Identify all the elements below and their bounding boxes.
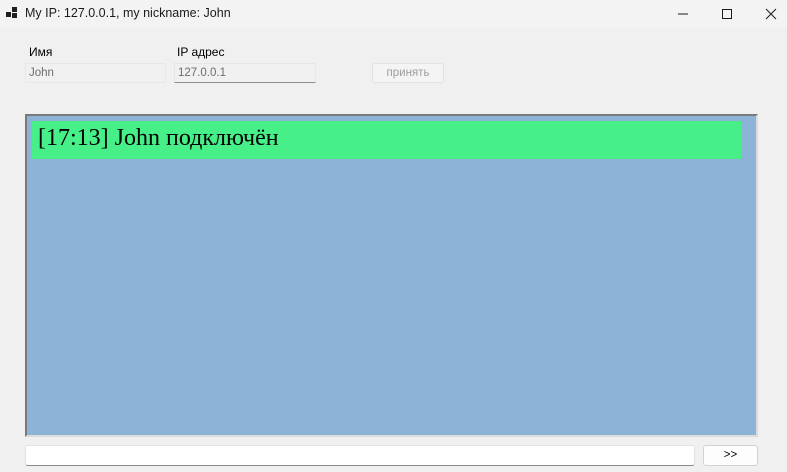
minimize-button[interactable] (660, 0, 706, 28)
app-icon (6, 7, 18, 19)
close-button[interactable] (748, 0, 787, 28)
chat-message: [17:13] John подключён (32, 121, 741, 159)
maximize-icon (722, 9, 732, 19)
name-field[interactable]: John (25, 63, 166, 83)
send-button[interactable]: >> (703, 445, 758, 466)
maximize-button[interactable] (704, 0, 750, 28)
accept-button[interactable]: принять (372, 63, 444, 83)
chat-area[interactable]: [17:13] John подключён (25, 114, 758, 437)
title-bar[interactable]: My IP: 127.0.0.1, my nickname: John (0, 0, 787, 28)
ip-field[interactable]: 127.0.0.1 (174, 63, 316, 83)
name-label: Имя (29, 45, 53, 59)
minimize-icon (678, 13, 688, 15)
message-input[interactable] (25, 445, 695, 466)
close-icon (765, 8, 777, 20)
ip-label: IP адрес (177, 45, 225, 59)
window-title: My IP: 127.0.0.1, my nickname: John (25, 6, 231, 20)
